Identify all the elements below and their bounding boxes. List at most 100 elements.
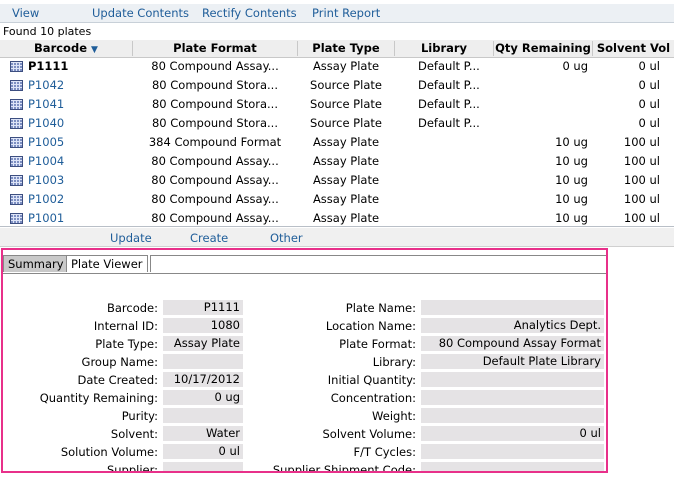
field-value	[163, 354, 243, 369]
plate-icon	[10, 137, 23, 148]
cell-solvent-vol: 100 ul	[623, 192, 660, 206]
menu-view[interactable]: View	[12, 6, 39, 20]
cell-barcode[interactable]: P1001	[28, 211, 128, 225]
table-row[interactable]: P1042 80 Compound Stora... Source Plate Def…	[0, 76, 674, 95]
field-label: Plate Type:	[95, 337, 158, 351]
cell-library: Default P...	[418, 97, 480, 111]
table-row[interactable]: P1111 80 Compound Assay... Assay Plate Defa…	[0, 57, 674, 76]
field-value	[421, 300, 604, 315]
plate-icon	[10, 213, 23, 224]
other-button[interactable]: Other	[270, 231, 303, 245]
field-label: Date Created:	[77, 373, 158, 387]
cell-barcode[interactable]: P1111	[28, 59, 128, 73]
cell-qty-remaining: 0 ug	[562, 59, 588, 73]
cell-barcode[interactable]: P1040	[28, 116, 128, 130]
field-label: Solvent Volume:	[322, 427, 416, 441]
cell-library: Default P...	[418, 78, 480, 92]
field-value	[421, 462, 604, 471]
plate-icon	[10, 118, 23, 129]
menu-print-report[interactable]: Print Report	[312, 6, 380, 20]
result-count: Found 10 plates	[3, 25, 92, 38]
menu-bar: View Update Contents Rectify Contents Pr…	[0, 4, 674, 23]
col-library[interactable]: Library	[395, 41, 494, 56]
cell-plate-format: 80 Compound Assay...	[151, 154, 279, 168]
table-row[interactable]: P1004 80 Compound Assay... Assay Plate 10 u…	[0, 152, 674, 171]
plate-icon	[10, 156, 23, 167]
field-value	[421, 408, 604, 423]
table-row[interactable]: P1001 80 Compound Assay... Assay Plate 10 u…	[0, 209, 674, 226]
field-value: Water	[163, 426, 243, 441]
cell-library: Default P...	[418, 116, 480, 130]
cell-barcode[interactable]: P1041	[28, 97, 128, 111]
cell-solvent-vol: 0 ul	[638, 97, 660, 111]
field-label: Initial Quantity:	[327, 373, 416, 387]
cell-qty-remaining: 10 ug	[555, 192, 588, 206]
plate-icon	[10, 61, 23, 72]
field-value: Analytics Dept.	[421, 318, 604, 333]
cell-plate-format: 80 Compound Assay...	[151, 192, 279, 206]
cell-qty-remaining: 10 ug	[555, 154, 588, 168]
plates-grid: Barcode ▼ Plate Format Plate Type Librar…	[0, 40, 674, 226]
cell-barcode[interactable]: P1002	[28, 192, 128, 206]
field-value: P1111	[163, 300, 243, 315]
field-value: Assay Plate	[163, 336, 243, 351]
cell-solvent-vol: 0 ul	[638, 59, 660, 73]
tab-strip-filler	[150, 255, 606, 272]
field-label: Group Name:	[81, 355, 158, 369]
field-label: Weight:	[372, 409, 416, 423]
col-solvent-vol[interactable]: Solvent Vol	[593, 41, 674, 56]
grid-header: Barcode ▼ Plate Format Plate Type Librar…	[0, 40, 674, 58]
menu-update-contents[interactable]: Update Contents	[92, 6, 189, 20]
splitter[interactable]	[0, 226, 674, 227]
cell-plate-type: Assay Plate	[312, 192, 380, 206]
cell-plate-type: Assay Plate	[312, 59, 380, 73]
cell-plate-format: 80 Compound Assay...	[151, 59, 279, 73]
field-label: Supplier Shipment Code:	[272, 463, 416, 473]
field-value: 0 ul	[163, 444, 243, 459]
table-row[interactable]: P1003 80 Compound Assay... Assay Plate 10 u…	[0, 171, 674, 190]
field-value: 80 Compound Assay Format	[421, 336, 604, 351]
cell-qty-remaining: 10 ug	[555, 211, 588, 225]
field-value: 10/17/2012	[163, 372, 243, 387]
cell-barcode[interactable]: P1005	[28, 135, 128, 149]
field-label: Plate Name:	[345, 301, 416, 315]
tab-summary[interactable]: Summary	[3, 255, 69, 272]
table-row[interactable]: P1041 80 Compound Stora... Source Plate Def…	[0, 95, 674, 114]
field-label: Quantity Remaining:	[39, 391, 158, 405]
menu-rectify-contents[interactable]: Rectify Contents	[202, 6, 297, 20]
col-plate-format[interactable]: Plate Format	[133, 41, 298, 56]
plate-icon	[10, 99, 23, 110]
table-row[interactable]: P1002 80 Compound Assay... Assay Plate 10 u…	[0, 190, 674, 209]
field-label: Solvent:	[110, 427, 158, 441]
cell-solvent-vol: 100 ul	[623, 154, 660, 168]
plate-icon	[10, 175, 23, 186]
field-label: Barcode:	[106, 301, 158, 315]
detail-panel: Summary Plate Viewer Barcode: P1111 Intern…	[1, 248, 608, 473]
cell-solvent-vol: 100 ul	[623, 135, 660, 149]
cell-barcode[interactable]: P1042	[28, 78, 128, 92]
cell-solvent-vol: 0 ul	[638, 116, 660, 130]
update-button[interactable]: Update	[110, 231, 152, 245]
sort-down-icon: ▼	[91, 45, 98, 55]
cell-solvent-vol: 100 ul	[623, 173, 660, 187]
plate-icon	[10, 80, 23, 91]
field-value	[421, 444, 604, 459]
table-row[interactable]: P1005 384 Compound Format Assay Plate 10 ug…	[0, 133, 674, 152]
cell-solvent-vol: 100 ul	[623, 211, 660, 225]
table-row[interactable]: P1040 80 Compound Stora... Source Plate Def…	[0, 114, 674, 133]
col-qty-remaining[interactable]: Qty Remaining	[494, 41, 593, 56]
tab-plate-viewer[interactable]: Plate Viewer	[66, 255, 148, 272]
cell-barcode[interactable]: P1004	[28, 154, 128, 168]
col-plate-type[interactable]: Plate Type	[298, 41, 395, 56]
field-label: Plate Format:	[339, 337, 416, 351]
cell-plate-format: 80 Compound Assay...	[151, 173, 279, 187]
field-value: 0 ul	[421, 426, 604, 441]
create-button[interactable]: Create	[190, 231, 228, 245]
cell-qty-remaining: 10 ug	[555, 173, 588, 187]
field-label: Supplier:	[106, 463, 158, 473]
field-label: Purity:	[121, 409, 158, 423]
col-barcode[interactable]: Barcode ▼	[0, 41, 133, 56]
cell-solvent-vol: 0 ul	[638, 78, 660, 92]
cell-plate-format: 80 Compound Stora...	[151, 97, 278, 111]
cell-barcode[interactable]: P1003	[28, 173, 128, 187]
